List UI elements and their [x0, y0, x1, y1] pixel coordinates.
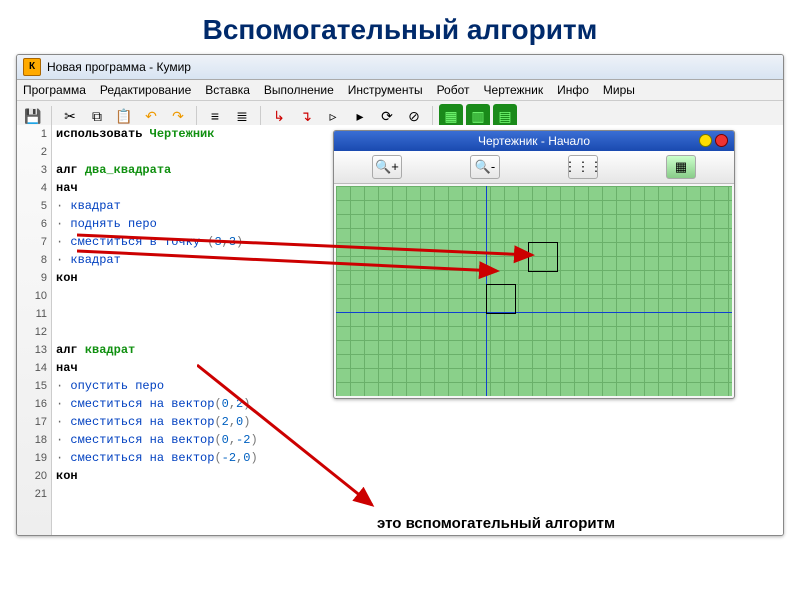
drawer-window: Чертежник - Начало 🔍+ 🔍- ⋮⋮⋮ ▦ — [333, 130, 735, 399]
menu-миры[interactable]: Миры — [603, 83, 635, 97]
menu-чертежник[interactable]: Чертежник — [484, 83, 544, 97]
code-line[interactable]: использовать Чертежник — [56, 125, 336, 143]
menu-робот[interactable]: Робот — [437, 83, 470, 97]
drawer-canvas[interactable] — [336, 186, 732, 396]
drawer-toolbar: 🔍+ 🔍- ⋮⋮⋮ ▦ — [334, 151, 734, 184]
menu-вставка[interactable]: Вставка — [205, 83, 250, 97]
line-gutter: 123456789101112131415161718192021 — [17, 125, 52, 535]
code-line[interactable]: · квадрат — [56, 251, 336, 269]
square-1 — [486, 284, 516, 314]
code-line[interactable]: · сместиться на вектор(0,-2) — [56, 431, 336, 449]
app-icon: К — [23, 58, 41, 76]
code-line[interactable]: · поднять перо — [56, 215, 336, 233]
separator — [51, 106, 52, 126]
annotation-text: это вспомогательный алгоритм — [377, 515, 615, 532]
code-editor[interactable]: использовать Чертежникалг два_квадратана… — [52, 125, 336, 535]
code-line[interactable]: · сместиться в точку (3,3) — [56, 233, 336, 251]
code-line[interactable]: · квадрат — [56, 197, 336, 215]
canvas-grid — [336, 186, 732, 396]
menubar: Программа Редактирование Вставка Выполнение… — [17, 80, 783, 101]
code-line[interactable]: нач — [56, 359, 336, 377]
menu-программа[interactable]: Программа — [23, 83, 86, 97]
separator — [196, 106, 197, 126]
zoom-out-button[interactable]: 🔍- — [470, 155, 500, 179]
drawer-title: Чертежник - Начало — [478, 134, 590, 148]
grid-toggle-button[interactable]: ⋮⋮⋮ — [568, 155, 598, 179]
window-title: Новая программа - Кумир — [47, 60, 191, 74]
code-line[interactable] — [56, 287, 336, 305]
menu-инструменты[interactable]: Инструменты — [348, 83, 423, 97]
slide-title: Вспомогательный алгоритм — [0, 0, 800, 54]
separator — [260, 106, 261, 126]
layers-button[interactable]: ▦ — [666, 155, 696, 179]
menu-редактирование[interactable]: Редактирование — [100, 83, 191, 97]
code-line[interactable]: кон — [56, 269, 336, 287]
code-line[interactable] — [56, 305, 336, 323]
code-line[interactable]: · сместиться на вектор(0,2) — [56, 395, 336, 413]
square-2 — [528, 242, 558, 272]
menu-выполнение[interactable]: Выполнение — [264, 83, 334, 97]
code-line[interactable]: · опустить перо — [56, 377, 336, 395]
code-line[interactable]: алг два_квадрата — [56, 161, 336, 179]
code-line[interactable] — [56, 143, 336, 161]
code-line[interactable]: · сместиться на вектор(-2,0) — [56, 449, 336, 467]
tool-window-container: Чертежник - Начало 🔍+ 🔍- ⋮⋮⋮ ▦ — [333, 130, 735, 399]
code-line[interactable]: нач — [56, 179, 336, 197]
drawer-titlebar: Чертежник - Начало — [334, 131, 734, 151]
code-line[interactable]: кон — [56, 467, 336, 485]
zoom-in-button[interactable]: 🔍+ — [372, 155, 402, 179]
separator — [432, 106, 433, 126]
titlebar: К Новая программа - Кумир — [17, 55, 783, 80]
code-line[interactable] — [56, 323, 336, 341]
x-axis — [336, 312, 732, 313]
menu-инфо[interactable]: Инфо — [557, 83, 589, 97]
code-line[interactable]: · сместиться на вектор(2,0) — [56, 413, 336, 431]
close-icon[interactable] — [715, 134, 728, 147]
app-window: К Новая программа - Кумир Программа Редак… — [16, 54, 784, 536]
minimize-icon[interactable] — [699, 134, 712, 147]
code-line[interactable] — [56, 485, 336, 503]
code-line[interactable]: алг квадрат — [56, 341, 336, 359]
